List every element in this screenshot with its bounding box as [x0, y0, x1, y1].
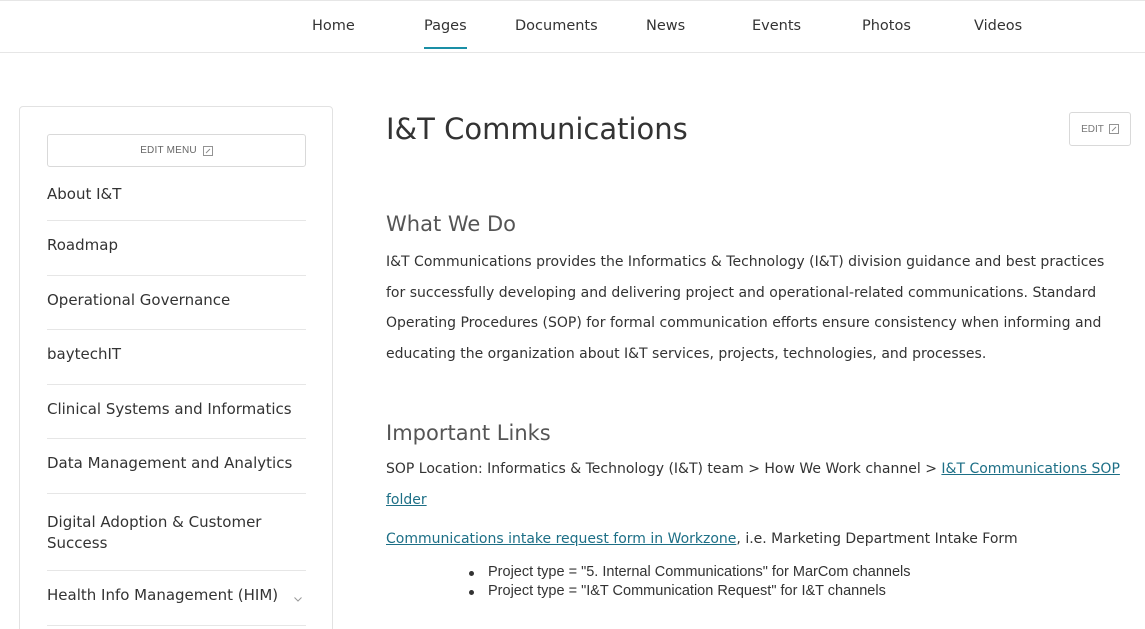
list-item: Project type = "5. Internal Communicatio… — [468, 563, 911, 582]
sidebar-item-baytechit[interactable]: baytechIT — [47, 330, 306, 385]
sidebar-item-digital-adoption[interactable]: Digital Adoption & Customer Success — [47, 494, 306, 571]
edit-page-button[interactable]: EDIT — [1069, 112, 1131, 146]
sidebar-item-about[interactable]: About I&T — [47, 167, 306, 221]
nav-home[interactable]: Home — [312, 18, 355, 34]
sidebar-item-label: Health Info Management (HIM) — [47, 585, 279, 604]
nav-events[interactable]: Events — [752, 18, 801, 34]
nav-documents[interactable]: Documents — [515, 18, 598, 34]
page-title: I&T Communications — [386, 112, 688, 146]
important-links-heading: Important Links — [386, 421, 551, 445]
edit-menu-button[interactable]: EDIT MENU — [47, 134, 306, 167]
top-navigation: Home Pages Documents News Events Photos … — [0, 0, 1145, 53]
list-item: Project type = "I&T Communication Reques… — [468, 582, 911, 601]
what-we-do-text: I&T Communications provides the Informat… — [386, 254, 1105, 362]
nav-pages[interactable]: Pages — [424, 18, 467, 49]
nav-videos[interactable]: Videos — [974, 18, 1022, 34]
edit-icon — [202, 145, 213, 156]
chevron-down-icon[interactable] — [294, 595, 302, 603]
edit-icon — [1108, 124, 1119, 134]
sidebar-item-clinical-systems[interactable]: Clinical Systems and Informatics — [47, 385, 306, 440]
sidebar-item-him[interactable]: Health Info Management (HIM) — [47, 571, 306, 626]
sidebar: EDIT MENU About I&T Roadmap Operational … — [19, 106, 333, 629]
sidebar-item-operational-governance[interactable]: Operational Governance — [47, 276, 306, 331]
intake-form-suffix: , i.e. Marketing Department Intake Form — [736, 531, 1018, 547]
sidebar-item-roadmap[interactable]: Roadmap — [47, 221, 306, 276]
sop-location-prefix: SOP Location: Informatics & Technology (… — [386, 461, 942, 477]
project-type-list: Project type = "5. Internal Communicatio… — [468, 563, 911, 601]
sidebar-item-data-management[interactable]: Data Management and Analytics — [47, 439, 306, 494]
nav-news[interactable]: News — [646, 18, 685, 34]
nav-photos[interactable]: Photos — [862, 18, 911, 34]
edit-label: EDIT — [1081, 123, 1104, 135]
what-we-do-heading: What We Do — [386, 212, 516, 236]
intake-form-link[interactable]: Communications intake request form in Wo… — [386, 531, 736, 547]
intake-form-text: Communications intake request form in Wo… — [386, 524, 1126, 555]
sidebar-menu: About I&T Roadmap Operational Governance… — [47, 167, 306, 626]
edit-menu-label: EDIT MENU — [140, 145, 197, 156]
sop-location-text: SOP Location: Informatics & Technology (… — [386, 454, 1126, 515]
